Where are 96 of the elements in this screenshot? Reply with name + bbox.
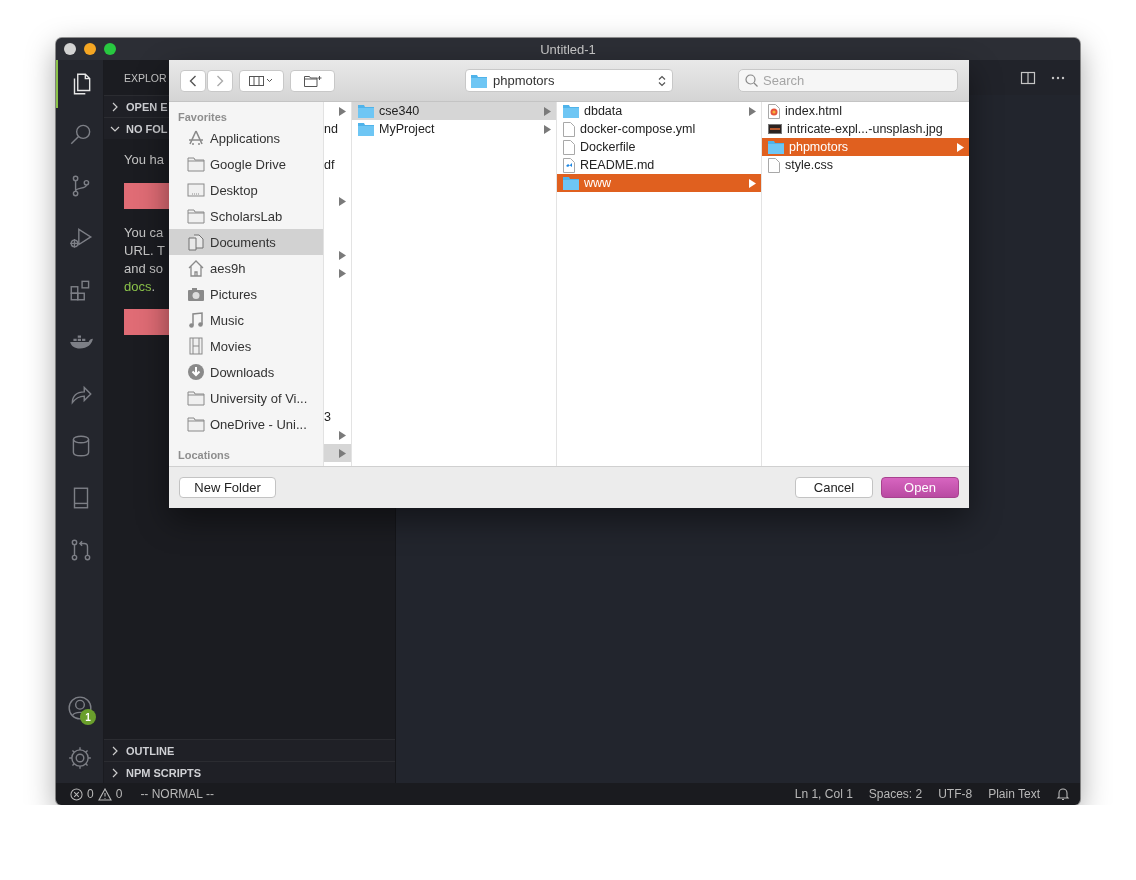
vim-mode: -- NORMAL -- — [140, 787, 214, 801]
file-icon — [768, 157, 780, 173]
file-row[interactable]: 3 — [324, 408, 351, 426]
folder-icon — [187, 207, 205, 225]
section-title: Favorites — [177, 110, 228, 125]
dialog-button[interactable]: Cancel — [795, 477, 873, 498]
music-icon — [187, 311, 205, 329]
file-row[interactable]: www — [557, 174, 761, 192]
minimize-button[interactable] — [84, 43, 96, 55]
documents-icon — [187, 233, 205, 251]
back-button[interactable] — [180, 69, 206, 92]
sidebar-item[interactable]: Google Drive — [169, 151, 323, 177]
file-row[interactable]: df — [324, 156, 351, 174]
file-row[interactable]: cse340 — [352, 102, 556, 120]
message-text: You ca URL. T and so docs. — [124, 224, 165, 296]
sidebar-item[interactable]: Downloads — [169, 359, 323, 385]
message-text: You ha — [124, 151, 164, 169]
file-row[interactable]: style.css — [762, 156, 969, 174]
columns-view-icon — [248, 75, 275, 86]
file-row[interactable]: MyProject — [352, 120, 556, 138]
sidebar-item[interactable]: Applications — [169, 125, 323, 151]
disclosure-arrow-icon — [339, 106, 346, 116]
folder-icon — [358, 104, 374, 118]
folder-icon — [563, 176, 579, 190]
new-folder-button[interactable] — [290, 69, 335, 92]
disclosure-arrow-icon — [339, 196, 346, 206]
section-title: Locations — [177, 448, 231, 463]
disclosure-arrow-icon — [749, 178, 756, 188]
chevron-right-icon — [110, 745, 120, 756]
sidebar-item[interactable]: Desktop — [169, 177, 323, 203]
file-row[interactable]: Dockerfile — [557, 138, 761, 156]
window-title: Untitled-1 — [540, 41, 596, 57]
bell-icon[interactable] — [1056, 787, 1070, 801]
sidebar-item[interactable]: Movies — [169, 333, 323, 359]
desktop-icon — [187, 181, 205, 199]
run-debug-icon[interactable] — [67, 225, 94, 251]
folder-icon — [471, 73, 487, 88]
settings-icon[interactable] — [66, 745, 93, 771]
sidebar-item[interactable]: aes9h — [169, 255, 323, 281]
panel-title: EXPLOR — [124, 71, 167, 84]
disclosure-arrow-icon — [749, 106, 756, 116]
file-row[interactable] — [324, 444, 351, 462]
chevron-left-icon — [189, 74, 197, 87]
sidebar-item[interactable]: ScholarsLab — [169, 203, 323, 229]
film-icon — [187, 337, 205, 355]
up-down-chevron-icon — [658, 74, 666, 87]
download-icon — [187, 363, 205, 381]
sidebar-item[interactable]: Documents — [169, 229, 323, 255]
section-header[interactable]: NPM SCRIPTS — [104, 761, 395, 783]
view-button[interactable] — [239, 69, 284, 92]
status-item[interactable]: Plain Text — [988, 787, 1040, 801]
file-row[interactable]: phpmotors — [762, 138, 969, 156]
chevron-right-icon — [110, 767, 120, 778]
file-row[interactable]: dbdata — [557, 102, 761, 120]
new-folder-icon — [303, 74, 322, 87]
file-icon — [563, 139, 575, 155]
location-popup[interactable]: phpmotors — [465, 69, 673, 92]
status-item[interactable]: Spaces: 2 — [868, 787, 923, 801]
warning-icon — [97, 787, 112, 801]
folder-icon — [187, 389, 205, 407]
error-icon — [70, 787, 83, 801]
confirm-button[interactable]: Open — [881, 477, 959, 498]
sidebar-item[interactable]: OneDrive - Uni... — [169, 411, 323, 437]
search-icon — [745, 74, 758, 87]
close-button[interactable] — [64, 43, 76, 55]
folder-icon — [187, 155, 205, 173]
sidebar-item[interactable]: Music — [169, 307, 323, 333]
folder-icon — [563, 104, 579, 118]
maximize-button[interactable] — [104, 43, 116, 55]
file-row[interactable]: README.md — [557, 156, 761, 174]
status-item[interactable]: UTF-8 — [938, 787, 973, 801]
file-row[interactable]: docker-compose.yml — [557, 120, 761, 138]
apps-icon — [187, 129, 205, 147]
split-editor-icon[interactable] — [1020, 69, 1036, 86]
problems-button[interactable]: 0 0 — [70, 787, 123, 801]
notification-badge: 1 — [80, 709, 96, 725]
folder-icon — [358, 122, 374, 136]
image-file-icon — [768, 123, 782, 135]
search-field[interactable]: Search — [738, 69, 958, 92]
code-file-icon — [563, 157, 575, 173]
file-row[interactable]: nd — [324, 120, 351, 138]
camera-icon — [187, 285, 205, 303]
file-row[interactable]: intricate-expl...-unsplash.jpg — [762, 120, 969, 138]
disclosure-arrow-icon — [957, 142, 964, 152]
folder-icon — [187, 415, 205, 433]
folder-icon — [768, 140, 784, 154]
file-row[interactable]: index.html — [762, 102, 969, 120]
file-icon — [563, 121, 575, 137]
section-header[interactable]: OUTLINE — [104, 739, 395, 761]
chevron-right-icon — [110, 101, 120, 112]
dialog-button[interactable]: New Folder — [179, 477, 276, 498]
status-item[interactable]: Ln 1, Col 1 — [794, 787, 853, 801]
home-icon — [187, 259, 205, 277]
sidebar-item[interactable]: University of Vi... — [169, 385, 323, 411]
chevron-right-icon — [216, 74, 224, 87]
sidebar-item[interactable]: Pictures — [169, 281, 323, 307]
